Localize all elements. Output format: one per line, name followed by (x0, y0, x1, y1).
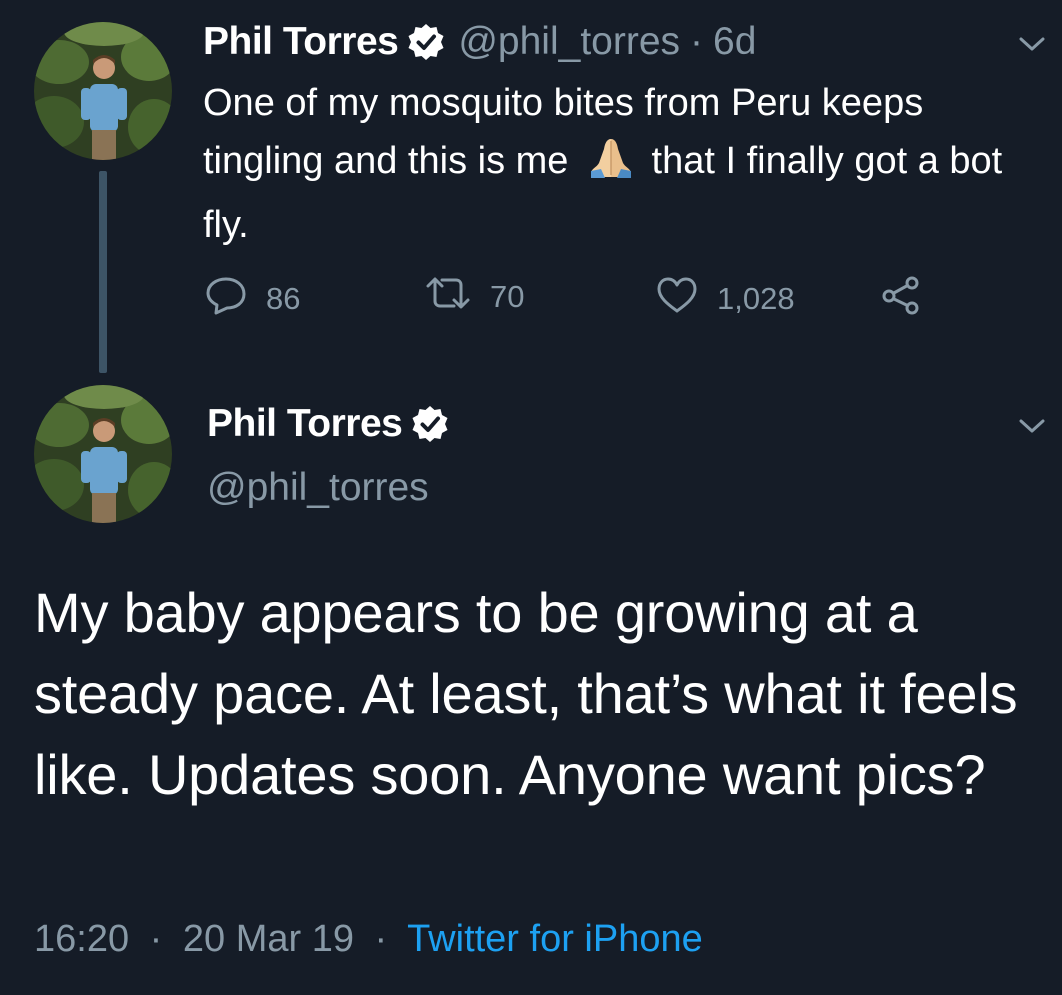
share-button[interactable] (880, 275, 922, 323)
tweet2-source-link[interactable]: Twitter for iPhone (407, 918, 703, 960)
tweet2-metadata: 16:20 · 20 Mar 19 · Twitter for iPhone (34, 918, 703, 961)
tweet1-action-bar: 86 70 1,028 (0, 275, 1062, 325)
reply-icon (204, 275, 248, 323)
tweet1-age[interactable]: 6d (713, 20, 756, 64)
avatar[interactable] (34, 22, 172, 160)
meta-separator: · (374, 918, 388, 960)
like-count: 1,028 (717, 281, 795, 316)
like-icon (655, 275, 699, 323)
tweet1-separator: · (690, 20, 704, 63)
avatar-photo (34, 22, 172, 160)
retweet-icon (424, 275, 472, 319)
retweet-button[interactable]: 70 (424, 275, 524, 319)
share-icon (880, 275, 922, 323)
folded-hands-emoji-icon (587, 137, 635, 196)
tweet2-date: 20 Mar 19 (182, 918, 354, 960)
chevron-down-icon[interactable] (1012, 408, 1052, 444)
tweet2-author: Phil Torres (207, 398, 450, 450)
chevron-down-icon[interactable] (1012, 26, 1052, 62)
tweet2-handle[interactable]: @phil_torres (207, 466, 429, 510)
verified-badge-icon (410, 404, 450, 444)
tweet-thread-page: Phil Torres @phil_torres · 6d One of my … (0, 0, 1062, 995)
thread-connector-line (99, 171, 107, 373)
like-button[interactable]: 1,028 (655, 275, 795, 323)
meta-separator: · (149, 918, 163, 960)
tweet2-text: My baby appears to be growing at a stead… (34, 581, 1018, 806)
tweet2-author-name[interactable]: Phil Torres (207, 402, 403, 446)
reply-button[interactable]: 86 (204, 275, 300, 323)
reply-count: 86 (266, 281, 301, 316)
avatar-photo (34, 385, 172, 523)
tweet1-header: Phil Torres @phil_torres · 6d (203, 16, 756, 68)
tweet1-author-name[interactable]: Phil Torres (203, 20, 399, 64)
verified-badge-icon (406, 22, 446, 62)
avatar[interactable] (34, 385, 172, 523)
tweet2-time: 16:20 (34, 918, 130, 960)
tweet1-handle[interactable]: @phil_torres (458, 20, 680, 64)
tweet1-text: One of my mosquito bites from Peru keeps… (203, 74, 1003, 254)
retweet-count: 70 (490, 279, 525, 314)
